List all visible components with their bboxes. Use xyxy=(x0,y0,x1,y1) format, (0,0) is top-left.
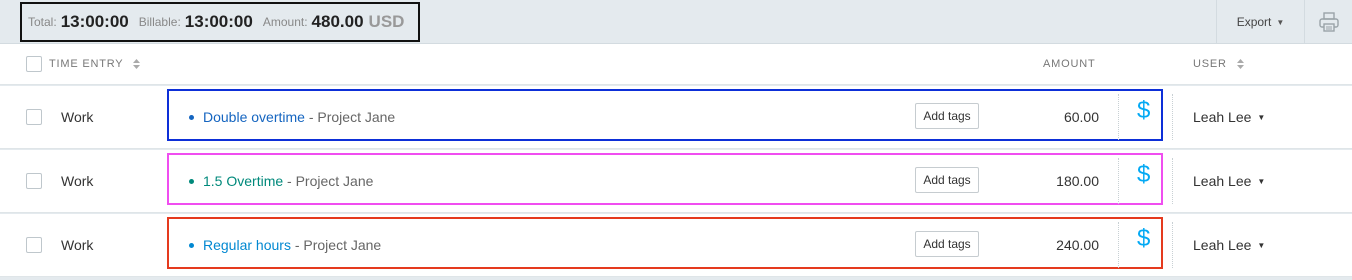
divider xyxy=(1118,158,1119,204)
entry-label: Work xyxy=(61,173,94,189)
divider xyxy=(1172,94,1173,140)
billable-label: Billable: xyxy=(138,15,181,29)
time-entry-header-label: TIME ENTRY xyxy=(49,58,124,70)
user-header-label: USER xyxy=(1193,58,1227,70)
table-header: TIME ENTRY AMOUNT USER xyxy=(0,44,1352,85)
totals-summary: Total: 13:00:00 Billable: 13:00:00 Amoun… xyxy=(20,2,420,42)
row-checkbox[interactable] xyxy=(26,237,42,253)
print-button[interactable] xyxy=(1304,0,1352,44)
select-all-checkbox[interactable] xyxy=(26,56,42,72)
table-row: Work Regular hours - Project Jane Add ta… xyxy=(0,214,1352,277)
user-dropdown[interactable]: Leah Lee ▼ xyxy=(1193,237,1265,253)
table-row: Work 1.5 Overtime - Project Jane Add tag… xyxy=(0,150,1352,213)
export-label: Export xyxy=(1236,15,1272,29)
entry-description[interactable]: Double overtime - Project Jane xyxy=(189,109,395,125)
entry-description[interactable]: 1.5 Overtime - Project Jane xyxy=(189,173,373,189)
divider xyxy=(1118,222,1119,268)
currency-label: USD xyxy=(368,12,405,31)
description-text: Regular hours xyxy=(203,237,291,253)
billable-dollar-icon[interactable]: $ xyxy=(1137,97,1150,125)
row-checkbox[interactable] xyxy=(26,109,42,125)
billable-value: 13:00:00 xyxy=(184,12,253,31)
divider xyxy=(1118,94,1119,140)
add-tags-button[interactable]: Add tags xyxy=(915,167,979,193)
sort-icon xyxy=(1236,59,1244,70)
user-name: Leah Lee xyxy=(1193,237,1252,253)
caret-down-icon: ▼ xyxy=(1257,177,1266,186)
user-name: Leah Lee xyxy=(1193,109,1252,125)
billable-dollar-icon[interactable]: $ xyxy=(1137,161,1150,189)
description-text: Double overtime xyxy=(203,109,305,125)
project-dot xyxy=(189,178,194,184)
amount-column-header: AMOUNT xyxy=(1043,58,1096,70)
entry-description[interactable]: Regular hours - Project Jane xyxy=(189,237,381,253)
amount-value: 480.00 xyxy=(311,12,364,31)
description-text: 1.5 Overtime xyxy=(203,173,284,189)
user-dropdown[interactable]: Leah Lee ▼ xyxy=(1193,173,1265,189)
add-tags-button[interactable]: Add tags xyxy=(915,103,979,129)
add-tags-button[interactable]: Add tags xyxy=(915,231,979,257)
summary-bar: Total: 13:00:00 Billable: 13:00:00 Amoun… xyxy=(0,0,1352,44)
user-column-header[interactable]: USER xyxy=(1193,58,1244,70)
user-dropdown[interactable]: Leah Lee ▼ xyxy=(1193,109,1265,125)
billable-dollar-icon[interactable]: $ xyxy=(1137,225,1150,253)
project-name: - Project Jane xyxy=(294,237,382,253)
export-button[interactable]: Export ▼ xyxy=(1216,0,1304,44)
project-name: - Project Jane xyxy=(308,109,396,125)
row-checkbox[interactable] xyxy=(26,173,42,189)
caret-down-icon: ▼ xyxy=(1257,241,1266,250)
divider xyxy=(1172,158,1173,204)
project-dot xyxy=(189,242,194,248)
amount-value: 180.00 xyxy=(1056,173,1099,189)
entry-label: Work xyxy=(61,237,94,253)
time-entry-column-header[interactable]: TIME ENTRY xyxy=(49,58,141,70)
divider xyxy=(1172,222,1173,268)
caret-down-icon: ▼ xyxy=(1276,17,1285,27)
total-value: 13:00:00 xyxy=(60,12,129,31)
user-name: Leah Lee xyxy=(1193,173,1252,189)
sort-icon xyxy=(133,59,141,70)
amount-label: Amount: xyxy=(262,15,308,29)
entry-label: Work xyxy=(61,109,94,125)
table-row: Work Double overtime - Project Jane Add … xyxy=(0,86,1352,149)
amount-value: 240.00 xyxy=(1056,237,1099,253)
printer-icon xyxy=(1318,12,1339,32)
project-dot xyxy=(189,114,194,120)
total-label: Total: xyxy=(28,15,57,29)
amount-value: 60.00 xyxy=(1063,109,1099,125)
project-name: - Project Jane xyxy=(287,173,374,189)
caret-down-icon: ▼ xyxy=(1257,113,1266,122)
